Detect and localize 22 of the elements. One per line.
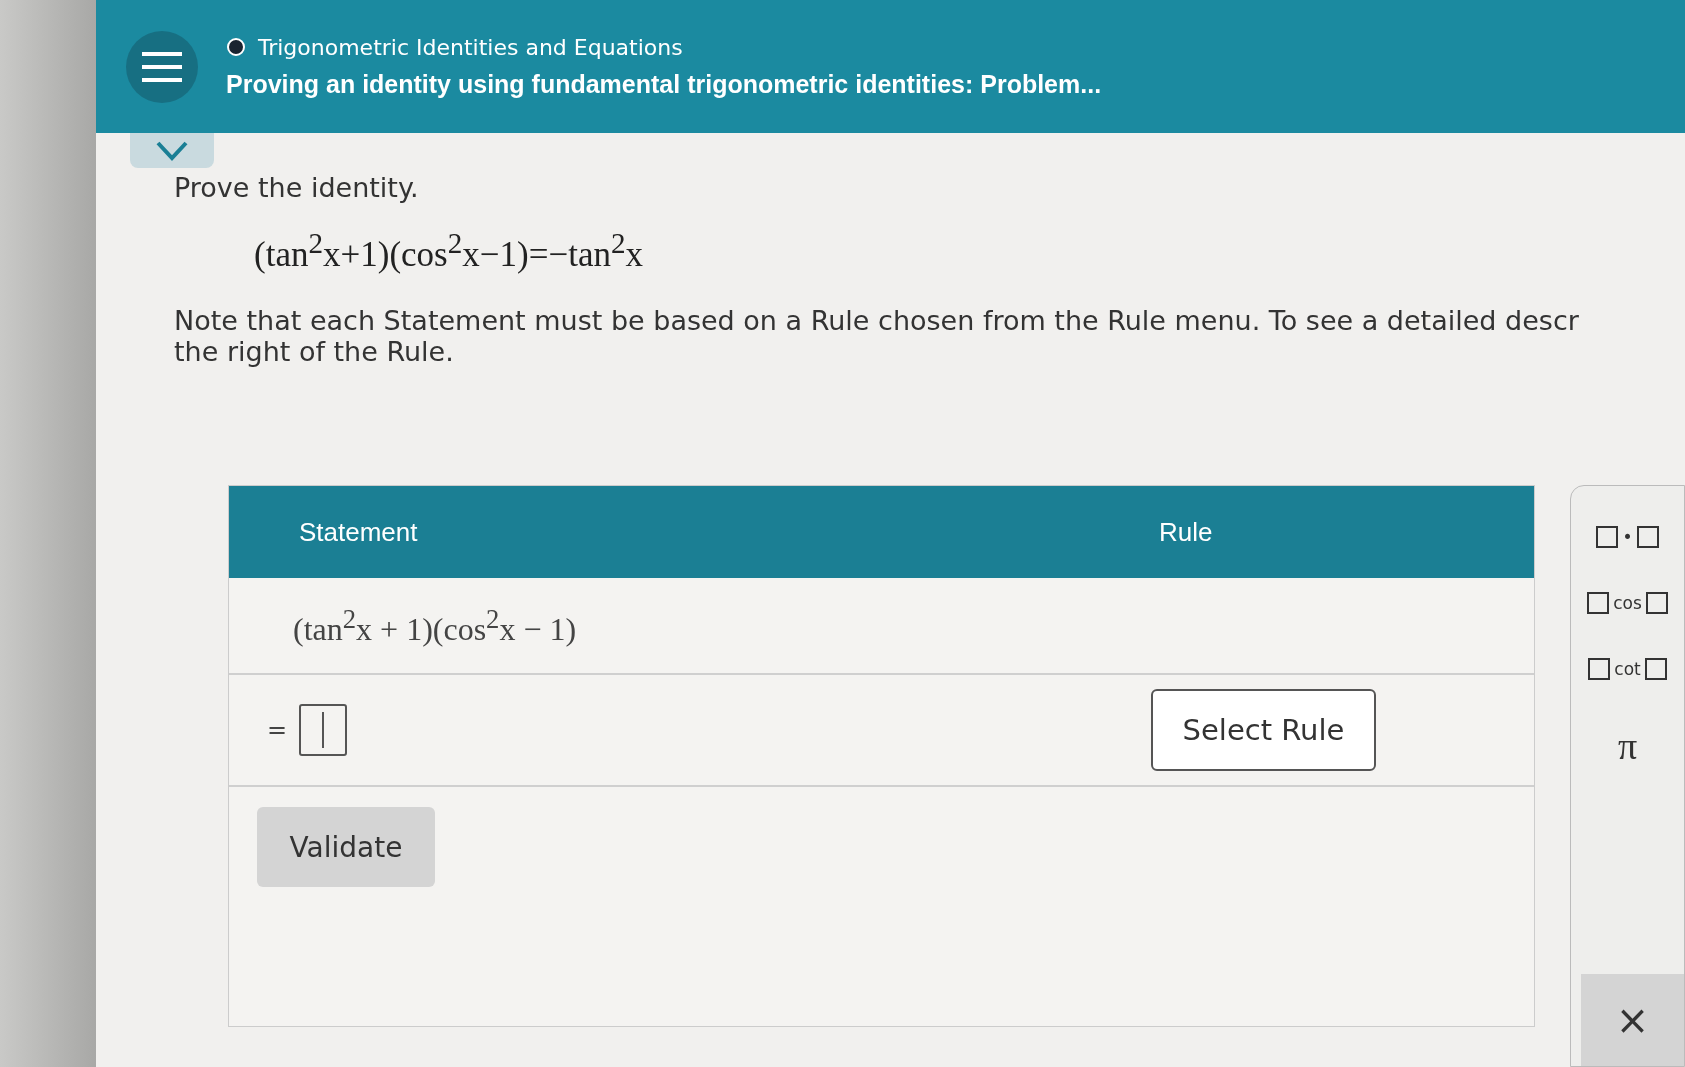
validate-button[interactable]: Validate [257, 807, 435, 887]
select-rule-button[interactable]: Select Rule [1151, 689, 1376, 771]
topic-title: Trigonometric Identities and Equations [258, 34, 683, 60]
column-header: Statement [299, 516, 419, 548]
close-button[interactable]: × [1581, 974, 1684, 1066]
equals-sign: = [267, 716, 288, 744]
statement-expression: (tan$^{2}$x + 1)(cos$^{2}$x − 1) [293, 603, 577, 648]
note-text: the right of the Rule. [174, 336, 455, 367]
palette-key[interactable]: π [1617, 724, 1638, 768]
chevron-down-icon [155, 139, 189, 162]
status-dot-icon [226, 37, 246, 57]
palette-key[interactable]: cos [1587, 592, 1668, 614]
menu-icon [142, 51, 182, 82]
palette-key[interactable]: • [1596, 526, 1659, 548]
column-header: Rule [1159, 516, 1213, 548]
identity-equation: (tan$^{2}$x+1)(cos$^{2}$x−1)=−tan$^{2}$x [254, 227, 644, 275]
problem-title: Proving an identity using fundamental trigonometric identities: Problem... [226, 69, 1102, 99]
collapse-tab[interactable] [130, 133, 214, 169]
note-text: Note that each Statement must be based on a Rule chosen from the Rule menu. To see a detailed descr [174, 305, 1580, 336]
palette-key[interactable]: cot [1588, 658, 1667, 680]
input-field[interactable] [299, 704, 348, 756]
prompt-text: Prove the identity. [174, 172, 420, 204]
